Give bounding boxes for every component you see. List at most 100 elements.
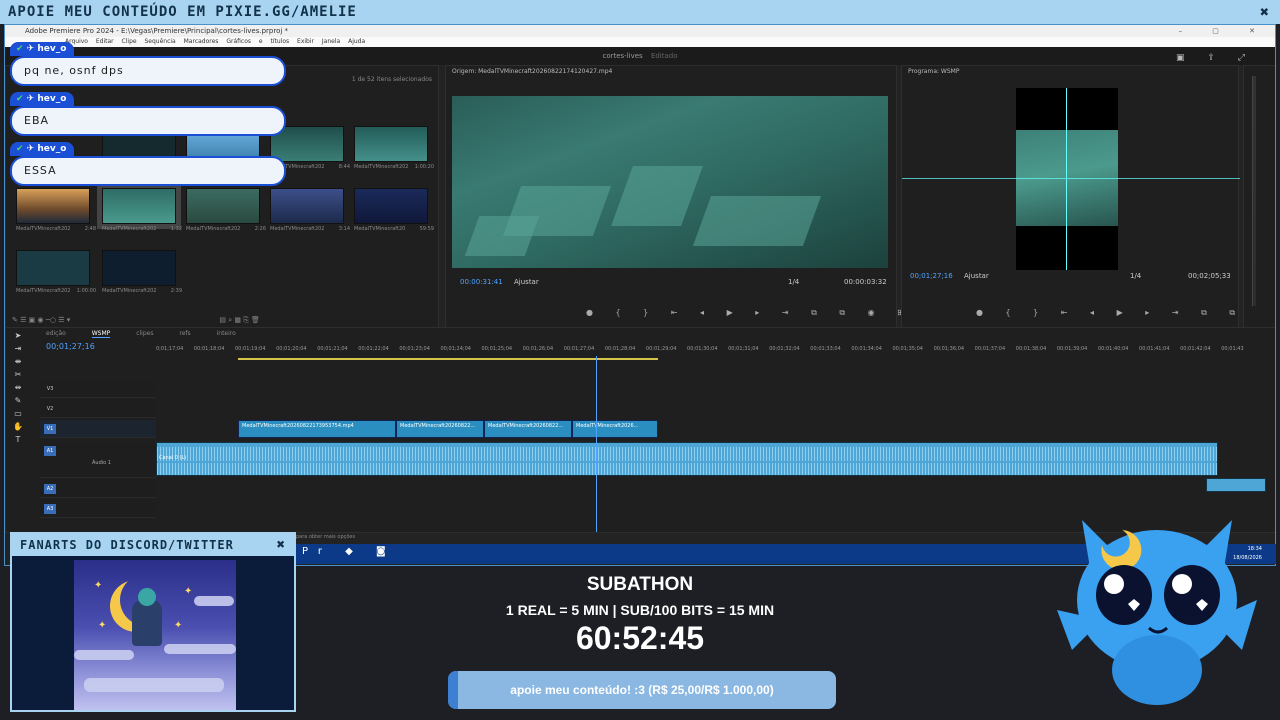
source-monitor-title: Origem: MedalTVMinecraft2026082217412042… bbox=[452, 68, 613, 75]
close-icon[interactable]: ✖ bbox=[1260, 0, 1270, 24]
clip-label: MedalTVMinecraft20 59:59 bbox=[354, 226, 434, 232]
source-fit-select[interactable]: Ajustar bbox=[514, 278, 539, 286]
goal-text: apoie meu conteúdo! :3 (R$ 25,00/R$ 1.00… bbox=[510, 683, 774, 697]
source-timecode[interactable]: 00:00:31:41 bbox=[460, 278, 503, 286]
window-controls[interactable]: – ▢ ✕ bbox=[1179, 25, 1269, 37]
fanart-widget: FANARTS DO DISCORD/TWITTER ✖ ✦ ✦ ✦ ✦ bbox=[10, 532, 296, 712]
track-a3[interactable]: A3 bbox=[40, 500, 156, 518]
clip-label: MedalTVMinecraft202 2:48 bbox=[16, 226, 96, 232]
clip-thumb[interactable] bbox=[270, 188, 344, 224]
tab-refs[interactable]: refs bbox=[179, 330, 190, 337]
chat-text: EBA bbox=[10, 106, 286, 136]
track-a1[interactable]: A1 Áudio 1 bbox=[40, 442, 156, 478]
guide-vertical bbox=[1066, 88, 1067, 270]
clip-thumb[interactable] bbox=[102, 250, 176, 286]
program-scale-select[interactable]: 1/4 bbox=[1130, 272, 1141, 280]
fanart-title: FANARTS DO DISCORD/TWITTER bbox=[20, 538, 234, 552]
tab-clipes[interactable]: clipes bbox=[136, 330, 153, 337]
program-transport-controls[interactable]: ● { } ⇤ ◂ ▶ ▸ ⇥ ⧉ ⧉ ◉ ⊞ bbox=[976, 308, 1275, 318]
track-v2[interactable]: V2 bbox=[40, 400, 156, 418]
cloud-shape bbox=[74, 650, 134, 660]
chat-username: ✔ ✈ hev_o bbox=[10, 42, 75, 56]
source-video-frame bbox=[452, 96, 888, 268]
clip-thumb[interactable] bbox=[16, 188, 90, 224]
star-icon: ✦ bbox=[174, 620, 183, 631]
program-fit-select[interactable]: Ajustar bbox=[964, 272, 989, 280]
clip-thumb[interactable] bbox=[186, 188, 260, 224]
subathon-widget: SUBATHON 1 REAL = 5 MIN | SUB/100 BITS =… bbox=[440, 574, 840, 657]
program-monitor: Programa: WSMP 00;01;27;16 Ajustar 1/4 0… bbox=[901, 65, 1275, 329]
time-ruler[interactable]: 0;01;17;04 00;01;18;04 00;01;19;04 00;01… bbox=[156, 346, 1266, 356]
program-duration: 00;02;05;33 bbox=[1188, 272, 1231, 280]
chat-message: ✔ ✈ hev_o EBA bbox=[10, 86, 286, 136]
window-title: Adobe Premiere Pro 2024 - E:\Vegas\Premi… bbox=[25, 27, 289, 35]
tab-inteiro[interactable]: inteiro bbox=[217, 330, 236, 337]
clip-label: MedalTVMinecraft202 1:32 bbox=[102, 226, 182, 232]
subathon-rates: 1 REAL = 5 MIN | SUB/100 BITS = 15 MIN bbox=[505, 602, 775, 618]
video-clip[interactable]: MedalTVMinecraft2026... bbox=[572, 420, 658, 438]
bin-toolbar[interactable]: ✎ ☰ ▣ ◉ ─○ ☰ ▾ ▤ ⌕ ▦ ⎘ 🗑 bbox=[6, 312, 438, 328]
track-v1[interactable]: V1 bbox=[40, 420, 156, 438]
banner-text: APOIE MEU CONTEÚDO EM PIXIE.GG/AMELIE bbox=[8, 4, 357, 20]
mascot-avatar bbox=[1057, 520, 1257, 705]
audio-clip[interactable] bbox=[1206, 478, 1266, 492]
fanart-image: ✦ ✦ ✦ ✦ bbox=[74, 560, 236, 710]
tab-wsmp[interactable]: WSMP bbox=[91, 330, 111, 338]
clip-label: MedalTVMinecraft202 2:26 bbox=[186, 226, 266, 232]
source-scale-select[interactable]: 1/4 bbox=[788, 278, 799, 286]
audio-meter bbox=[1243, 65, 1275, 329]
program-monitor-title: Programa: WSMP bbox=[908, 68, 960, 75]
clip-label: MedalTVMinecraft202 1:00:20 bbox=[354, 164, 434, 170]
cloud-shape bbox=[164, 644, 236, 654]
subathon-title: SUBATHON bbox=[586, 574, 694, 595]
source-transport-controls[interactable]: ● { } ⇤ ◂ ▶ ▸ ⇥ ⧉ ⧉ ◉ ⊞ bbox=[586, 308, 914, 318]
star-icon: ✦ bbox=[184, 586, 193, 597]
timeline-timecode[interactable]: 00;01;27;16 bbox=[46, 342, 95, 351]
timeline-tabs[interactable]: edição WSMP clipes refs inteiro bbox=[6, 328, 1275, 340]
clip-thumb[interactable] bbox=[16, 250, 90, 286]
clip-thumb[interactable] bbox=[354, 188, 428, 224]
track-a2[interactable]: A2 bbox=[40, 480, 156, 498]
project-status: Editado bbox=[650, 52, 678, 60]
star-icon: ✦ bbox=[94, 580, 103, 591]
clip-thumb-selected[interactable] bbox=[97, 183, 181, 229]
clip-label: MedalTVMinecraft202 2:39 bbox=[102, 288, 182, 294]
chat-text: pq ne, osnf dps bbox=[10, 56, 286, 86]
taskbar-apps[interactable]: Pr ◆ ◙ bbox=[302, 546, 396, 557]
project-name: cortes-lives bbox=[602, 52, 643, 60]
chat-message: ✔ ✈ hev_o ESSA bbox=[10, 136, 286, 186]
program-timecode[interactable]: 00;01;27;16 bbox=[910, 272, 953, 280]
bin-selection-count: 1 de 52 itens selecionados bbox=[351, 76, 432, 83]
source-monitor: Origem: MedalTVMinecraft2026082217412042… bbox=[445, 65, 904, 329]
audio-track-name: Áudio 1 bbox=[92, 460, 111, 466]
goal-progress-fill bbox=[448, 671, 458, 709]
program-video-frame bbox=[1016, 88, 1118, 270]
track-v3[interactable]: V3 bbox=[40, 380, 156, 398]
clip-thumb[interactable] bbox=[354, 126, 428, 162]
audio-clip[interactable]: Canal 0 (L) bbox=[156, 442, 1218, 476]
fanart-header: FANARTS DO DISCORD/TWITTER ✖ bbox=[12, 534, 294, 556]
playhead[interactable] bbox=[596, 356, 597, 532]
support-banner: APOIE MEU CONTEÚDO EM PIXIE.GG/AMELIE ✖ bbox=[0, 0, 1280, 24]
chat-username: ✔ ✈ hev_o bbox=[10, 142, 75, 156]
source-duration: 00:00:03:32 bbox=[844, 278, 887, 286]
tab-edicao[interactable]: edição bbox=[46, 330, 66, 337]
character-figure bbox=[132, 588, 162, 646]
cloud-shape bbox=[194, 596, 234, 606]
clip-label: MedalTVMinecraft202 3:14 bbox=[270, 226, 350, 232]
star-icon: ✦ bbox=[98, 620, 107, 631]
video-clip[interactable]: MedalTVMinecraft20260822... bbox=[396, 420, 484, 438]
channel-label: Canal 0 (L) bbox=[159, 455, 187, 461]
donation-goal-bar: apoie meu conteúdo! :3 (R$ 25,00/R$ 1.00… bbox=[448, 671, 836, 709]
video-clip[interactable]: MedalTVMinecraft20260822173953754.mp4 bbox=[238, 420, 396, 438]
work-area-bar[interactable] bbox=[238, 358, 658, 360]
tools-panel[interactable]: ➤ ⇥ ⇼ ✂ ⇹ ✎ ▭ ✋ T bbox=[11, 329, 25, 459]
video-clip[interactable]: MedalTVMinecraft20260822... bbox=[484, 420, 572, 438]
cloud-shape bbox=[84, 678, 224, 692]
clip-label: MedalTVMinecraft202 1:00:00 bbox=[16, 288, 96, 294]
guide-horizontal bbox=[902, 178, 1240, 179]
chat-message: ✔ ✈ hev_o pq ne, osnf dps bbox=[10, 36, 286, 86]
chat-text: ESSA bbox=[10, 156, 286, 186]
subathon-timer: 60:52:45 bbox=[575, 620, 705, 656]
close-icon[interactable]: ✖ bbox=[277, 534, 286, 556]
